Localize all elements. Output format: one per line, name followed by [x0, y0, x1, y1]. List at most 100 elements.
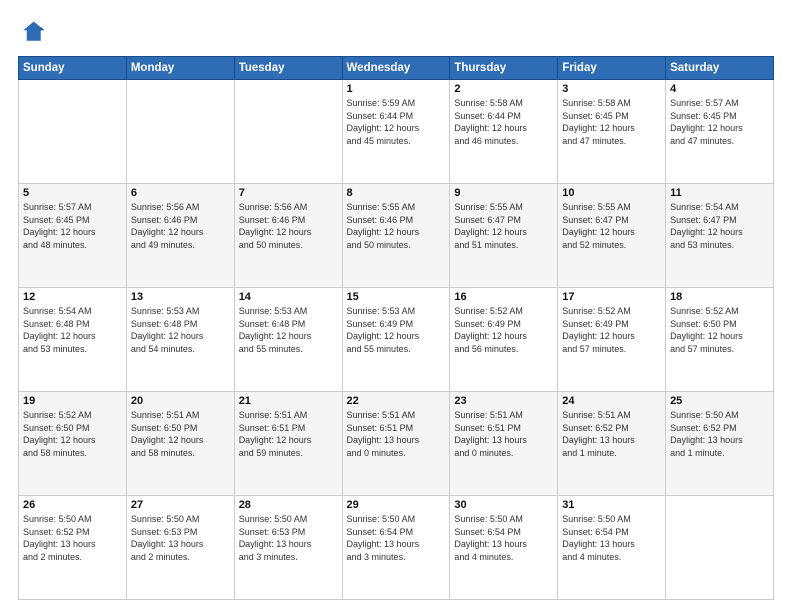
day-number: 28: [239, 499, 338, 511]
calendar-cell: 28 Sunrise: 5:50 AM Sunset: 6:53 PM Dayli…: [234, 496, 342, 600]
calendar-cell: 29 Sunrise: 5:50 AM Sunset: 6:54 PM Dayli…: [342, 496, 450, 600]
weekday-header-tuesday: Tuesday: [234, 57, 342, 80]
day-info: Sunrise: 5:50 AM Sunset: 6:54 PM Dayligh…: [454, 513, 553, 563]
calendar-cell: [234, 80, 342, 184]
day-number: 11: [670, 187, 769, 199]
calendar-header: SundayMondayTuesdayWednesdayThursdayFrid…: [19, 57, 774, 80]
day-number: 12: [23, 291, 122, 303]
day-number: 7: [239, 187, 338, 199]
day-number: 29: [347, 499, 446, 511]
calendar-week-4: 19 Sunrise: 5:52 AM Sunset: 6:50 PM Dayli…: [19, 392, 774, 496]
day-info: Sunrise: 5:53 AM Sunset: 6:48 PM Dayligh…: [239, 305, 338, 355]
day-number: 26: [23, 499, 122, 511]
day-number: 10: [562, 187, 661, 199]
calendar-cell: 17 Sunrise: 5:52 AM Sunset: 6:49 PM Dayli…: [558, 288, 666, 392]
calendar-cell: 7Sunrise: 5:56 AM Sunset: 6:46 PM Daylig…: [234, 184, 342, 288]
day-info: Sunrise: 5:51 AM Sunset: 6:52 PM Dayligh…: [562, 409, 661, 459]
calendar-cell: 2 Sunrise: 5:58 AM Sunset: 6:44 PM Daylig…: [450, 80, 558, 184]
header: [18, 18, 774, 46]
day-number: 4: [670, 83, 769, 95]
day-info: Sunrise: 5:50 AM Sunset: 6:53 PM Dayligh…: [131, 513, 230, 563]
day-info: Sunrise: 5:52 AM Sunset: 6:49 PM Dayligh…: [454, 305, 553, 355]
day-info: Sunrise: 5:54 AM Sunset: 6:47 PM Dayligh…: [670, 201, 769, 251]
day-number: 17: [562, 291, 661, 303]
day-info: Sunrise: 5:50 AM Sunset: 6:53 PM Dayligh…: [239, 513, 338, 563]
day-number: 16: [454, 291, 553, 303]
calendar-week-2: 5 Sunrise: 5:57 AM Sunset: 6:45 PM Daylig…: [19, 184, 774, 288]
calendar-cell: 15Sunrise: 5:53 AM Sunset: 6:49 PM Dayli…: [342, 288, 450, 392]
day-info: Sunrise: 5:53 AM Sunset: 6:48 PM Dayligh…: [131, 305, 230, 355]
calendar-cell: 8 Sunrise: 5:55 AM Sunset: 6:46 PM Daylig…: [342, 184, 450, 288]
day-number: 9: [454, 187, 553, 199]
day-info: Sunrise: 5:55 AM Sunset: 6:47 PM Dayligh…: [454, 201, 553, 251]
calendar-cell: 12 Sunrise: 5:54 AM Sunset: 6:48 PM Dayli…: [19, 288, 127, 392]
day-number: 30: [454, 499, 553, 511]
calendar-cell: 23Sunrise: 5:51 AM Sunset: 6:51 PM Dayli…: [450, 392, 558, 496]
calendar-cell: 27 Sunrise: 5:50 AM Sunset: 6:53 PM Dayli…: [126, 496, 234, 600]
day-info: Sunrise: 5:50 AM Sunset: 6:52 PM Dayligh…: [23, 513, 122, 563]
page: SundayMondayTuesdayWednesdayThursdayFrid…: [0, 0, 792, 612]
calendar-cell: 20 Sunrise: 5:51 AM Sunset: 6:50 PM Dayli…: [126, 392, 234, 496]
calendar-cell: 19 Sunrise: 5:52 AM Sunset: 6:50 PM Dayli…: [19, 392, 127, 496]
calendar-cell: [19, 80, 127, 184]
calendar-cell: 10 Sunrise: 5:55 AM Sunset: 6:47 PM Dayli…: [558, 184, 666, 288]
calendar-cell: 6 Sunrise: 5:56 AM Sunset: 6:46 PM Daylig…: [126, 184, 234, 288]
day-number: 31: [562, 499, 661, 511]
weekday-header-friday: Friday: [558, 57, 666, 80]
day-number: 24: [562, 395, 661, 407]
day-number: 18: [670, 291, 769, 303]
calendar-cell: 31 Sunrise: 5:50 AM Sunset: 6:54 PM Dayli…: [558, 496, 666, 600]
day-number: 13: [131, 291, 230, 303]
day-info: Sunrise: 5:52 AM Sunset: 6:49 PM Dayligh…: [562, 305, 661, 355]
day-info: Sunrise: 5:58 AM Sunset: 6:44 PM Dayligh…: [454, 97, 553, 147]
day-info: Sunrise: 5:51 AM Sunset: 6:51 PM Dayligh…: [454, 409, 553, 459]
calendar-week-3: 12 Sunrise: 5:54 AM Sunset: 6:48 PM Dayli…: [19, 288, 774, 392]
day-info: Sunrise: 5:55 AM Sunset: 6:47 PM Dayligh…: [562, 201, 661, 251]
calendar-cell: 24 Sunrise: 5:51 AM Sunset: 6:52 PM Dayli…: [558, 392, 666, 496]
day-number: 1: [347, 83, 446, 95]
calendar-cell: 16 Sunrise: 5:52 AM Sunset: 6:49 PM Dayli…: [450, 288, 558, 392]
calendar-cell: 14Sunrise: 5:53 AM Sunset: 6:48 PM Dayli…: [234, 288, 342, 392]
calendar-cell: 4Sunrise: 5:57 AM Sunset: 6:45 PM Daylig…: [666, 80, 774, 184]
day-number: 15: [347, 291, 446, 303]
day-info: Sunrise: 5:57 AM Sunset: 6:45 PM Dayligh…: [23, 201, 122, 251]
day-number: 6: [131, 187, 230, 199]
calendar-body: 1Sunrise: 5:59 AM Sunset: 6:44 PM Daylig…: [19, 80, 774, 600]
logo-icon: [18, 18, 46, 46]
day-info: Sunrise: 5:54 AM Sunset: 6:48 PM Dayligh…: [23, 305, 122, 355]
day-number: 5: [23, 187, 122, 199]
day-info: Sunrise: 5:50 AM Sunset: 6:54 PM Dayligh…: [562, 513, 661, 563]
day-info: Sunrise: 5:50 AM Sunset: 6:54 PM Dayligh…: [347, 513, 446, 563]
day-info: Sunrise: 5:55 AM Sunset: 6:46 PM Dayligh…: [347, 201, 446, 251]
calendar-cell: 25Sunrise: 5:50 AM Sunset: 6:52 PM Dayli…: [666, 392, 774, 496]
day-info: Sunrise: 5:51 AM Sunset: 6:51 PM Dayligh…: [239, 409, 338, 459]
day-info: Sunrise: 5:51 AM Sunset: 6:50 PM Dayligh…: [131, 409, 230, 459]
calendar-cell: 3 Sunrise: 5:58 AM Sunset: 6:45 PM Daylig…: [558, 80, 666, 184]
calendar-cell: 1Sunrise: 5:59 AM Sunset: 6:44 PM Daylig…: [342, 80, 450, 184]
calendar-cell: 21 Sunrise: 5:51 AM Sunset: 6:51 PM Dayli…: [234, 392, 342, 496]
logo: [18, 18, 50, 46]
day-number: 21: [239, 395, 338, 407]
day-info: Sunrise: 5:52 AM Sunset: 6:50 PM Dayligh…: [23, 409, 122, 459]
weekday-header-thursday: Thursday: [450, 57, 558, 80]
day-number: 19: [23, 395, 122, 407]
day-number: 2: [454, 83, 553, 95]
day-info: Sunrise: 5:58 AM Sunset: 6:45 PM Dayligh…: [562, 97, 661, 147]
calendar-cell: 18Sunrise: 5:52 AM Sunset: 6:50 PM Dayli…: [666, 288, 774, 392]
calendar-cell: [666, 496, 774, 600]
day-info: Sunrise: 5:56 AM Sunset: 6:46 PM Dayligh…: [131, 201, 230, 251]
day-number: 3: [562, 83, 661, 95]
weekday-row: SundayMondayTuesdayWednesdayThursdayFrid…: [19, 57, 774, 80]
calendar-cell: 13 Sunrise: 5:53 AM Sunset: 6:48 PM Dayli…: [126, 288, 234, 392]
day-number: 20: [131, 395, 230, 407]
weekday-header-saturday: Saturday: [666, 57, 774, 80]
day-number: 25: [670, 395, 769, 407]
calendar-cell: 22Sunrise: 5:51 AM Sunset: 6:51 PM Dayli…: [342, 392, 450, 496]
day-number: 27: [131, 499, 230, 511]
day-info: Sunrise: 5:51 AM Sunset: 6:51 PM Dayligh…: [347, 409, 446, 459]
calendar-cell: 5 Sunrise: 5:57 AM Sunset: 6:45 PM Daylig…: [19, 184, 127, 288]
weekday-header-sunday: Sunday: [19, 57, 127, 80]
day-number: 8: [347, 187, 446, 199]
calendar-week-1: 1Sunrise: 5:59 AM Sunset: 6:44 PM Daylig…: [19, 80, 774, 184]
weekday-header-monday: Monday: [126, 57, 234, 80]
